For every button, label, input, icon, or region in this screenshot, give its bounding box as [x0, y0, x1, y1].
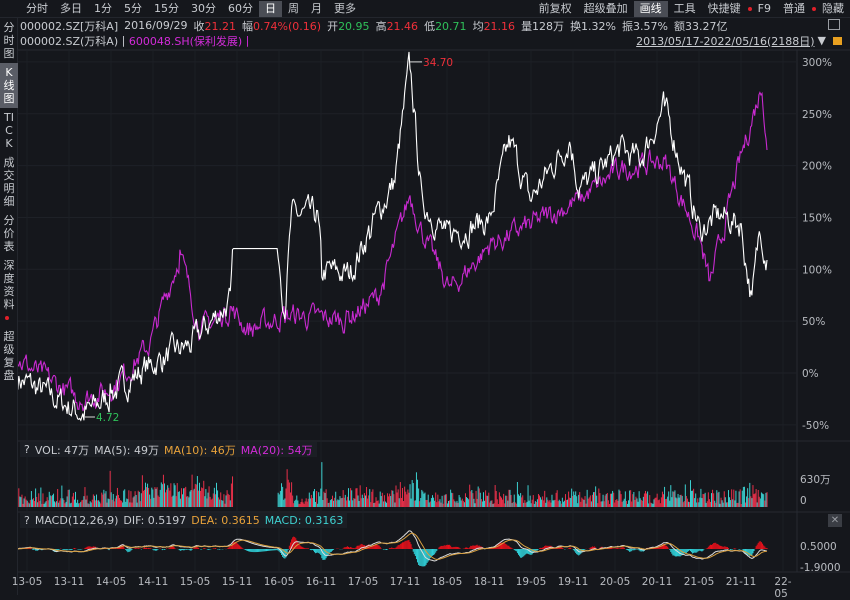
macd-axis-label: 0.5000: [800, 541, 837, 553]
x-tick-label: 20-11: [641, 576, 673, 588]
macd-axis-label: -1.9000: [800, 562, 841, 574]
vol-ma10: MA(10): 46万: [163, 443, 236, 457]
x-tick-label: 14-11: [137, 576, 169, 588]
sidebar-item-6[interactable]: 超级复盘: [0, 327, 18, 385]
y-tick-label: -50%: [802, 420, 829, 432]
close-indicator-button[interactable]: ✕: [828, 514, 842, 527]
sidebar-item-0[interactable]: 分时图: [0, 18, 18, 63]
sidebar: 分时图 K线图 TICK 成交明细 分价表 深度资料超级复盘: [0, 18, 18, 595]
macd-name: MACD(12,26,9): [34, 514, 119, 527]
vol-value: VOL: 47万: [34, 443, 90, 457]
dif-line: [18, 530, 768, 562]
y-tick-label: 50%: [802, 316, 825, 328]
x-tick-label: 22-05: [774, 576, 792, 600]
max-price-label: 34.70: [423, 57, 453, 69]
help-icon[interactable]: ?: [24, 514, 30, 527]
macd-dea: DEA: 0.3615: [191, 514, 260, 527]
series-line-0: [18, 51, 768, 422]
y-tick-label: 200%: [802, 161, 832, 173]
volume-header: ? VOL: 47万 MA(5): 49万 MA(10): 46万 MA(20)…: [20, 442, 317, 457]
x-tick-label: 13-05: [11, 576, 43, 588]
vol-ma5: MA(5): 49万: [94, 443, 159, 457]
x-tick-label: 17-05: [347, 576, 379, 588]
sidebar-item-4[interactable]: 分价表: [0, 211, 18, 256]
help-icon[interactable]: ?: [24, 443, 30, 456]
y-tick-label: 250%: [802, 109, 832, 121]
macd-value: MACD: 0.3163: [264, 514, 344, 527]
x-tick-label: 15-05: [179, 576, 211, 588]
y-tick-label: 300%: [802, 57, 832, 69]
x-tick-label: 17-11: [389, 576, 421, 588]
y-tick-label: 100%: [802, 264, 832, 276]
x-tick-label: 15-11: [221, 576, 253, 588]
vol-ma20: MA(20): 54万: [240, 443, 313, 457]
x-tick-label: 18-05: [431, 576, 463, 588]
x-tick-label: 21-11: [725, 576, 757, 588]
x-tick-label: 14-05: [95, 576, 127, 588]
x-tick-label: 20-05: [599, 576, 631, 588]
x-axis: 13-05 13-11 14-05 14-11 15-05 15-11 16-05 16-11…: [12, 576, 798, 600]
macd-dif: DIF: 0.5197: [123, 514, 187, 527]
x-tick-label: 19-05: [515, 576, 547, 588]
chart-canvas: 300% 250% 200% 150% 100% 50% 0% -50% 34.70 4.72: [18, 49, 850, 573]
dea-line: [18, 532, 768, 560]
x-tick-label: 21-05: [683, 576, 715, 588]
x-tick-label: 16-11: [305, 576, 337, 588]
vol-axis-label: 0: [800, 495, 807, 507]
vol-axis-label: 630万: [800, 474, 831, 486]
y-tick-label: 0%: [802, 368, 819, 380]
x-tick-label: 16-05: [263, 576, 295, 588]
x-tick-label: 19-11: [557, 576, 589, 588]
macd-header: ? MACD(12,26,9) DIF: 0.5197 DEA: 0.3615 …: [20, 513, 348, 528]
sidebar-item-1[interactable]: K线图: [0, 63, 18, 108]
notification-dot-icon: [5, 316, 9, 320]
min-price-label: 4.72: [96, 412, 119, 424]
sidebar-item-3[interactable]: 成交明细: [0, 153, 18, 211]
x-tick-label: 13-11: [53, 576, 85, 588]
sidebar-item-5[interactable]: 深度资料: [0, 256, 18, 314]
y-tick-label: 150%: [802, 212, 832, 224]
sidebar-item-2[interactable]: TICK: [0, 108, 18, 153]
x-tick-label: 18-11: [473, 576, 505, 588]
